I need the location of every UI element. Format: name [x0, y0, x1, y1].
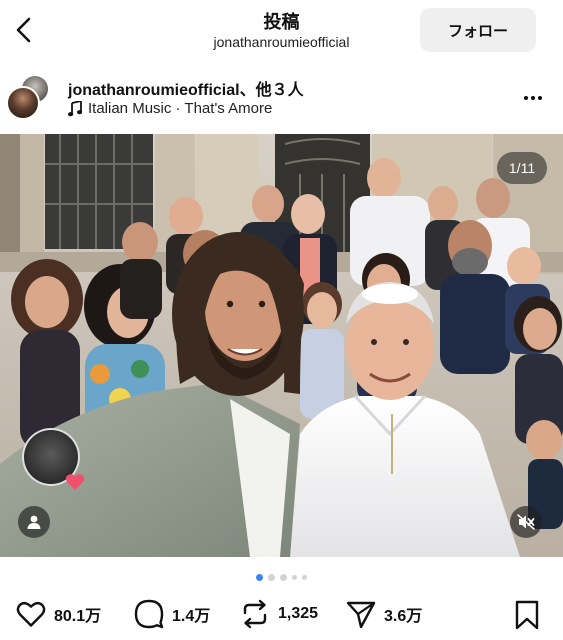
carousel-dot-active	[256, 573, 263, 581]
save-button[interactable]	[514, 600, 542, 630]
action-bar: 80.1万 1.4万 1,325 3.6万	[0, 592, 563, 636]
mute-button[interactable]	[510, 506, 542, 538]
repost-button[interactable]: 1,325	[240, 598, 318, 630]
music-note-icon	[68, 100, 82, 116]
tagged-people-button[interactable]	[18, 506, 50, 538]
carousel-dot	[292, 574, 297, 580]
repost-icon	[243, 599, 267, 629]
share-button[interactable]: 3.6万	[346, 598, 422, 630]
post-header: jonathanroumieofficial、他３人 Italian Music…	[0, 70, 563, 130]
share-count: 3.6万	[384, 608, 423, 625]
post-username[interactable]: jonathanroumieofficial、他３人	[68, 76, 304, 100]
more-horizontal-icon	[524, 96, 528, 100]
comment-count: 1.4万	[172, 608, 211, 625]
group-selfie-photo	[0, 134, 563, 557]
music-label: Italian Music · That's Amore	[88, 100, 273, 117]
like-count: 80.1万	[54, 608, 102, 625]
follow-button[interactable]: フォロー	[420, 8, 536, 52]
repost-count: 1,325	[278, 605, 319, 622]
more-options-button[interactable]	[518, 88, 548, 108]
paper-plane-icon	[346, 601, 376, 629]
heart-badge-icon	[64, 471, 86, 493]
carousel-indicator	[0, 573, 563, 581]
post-music[interactable]: Italian Music · That's Amore	[68, 100, 272, 117]
avatar-stack[interactable]	[6, 74, 52, 120]
more-dot	[538, 96, 542, 100]
carousel-dot	[302, 574, 307, 580]
carousel-dot	[268, 573, 275, 581]
heart-icon	[16, 601, 46, 627]
speaker-muted-icon	[517, 514, 535, 530]
image-counter: 1/11	[497, 152, 547, 184]
like-button[interactable]: 80.1万	[16, 598, 101, 630]
avatar	[6, 86, 40, 120]
person-icon	[27, 515, 41, 529]
post-photo[interactable]: 1/11	[0, 134, 563, 557]
more-dot	[531, 96, 535, 100]
comment-bubble-icon	[134, 599, 164, 629]
top-bar: 投稿 jonathanroumieofficial フォロー	[0, 0, 563, 62]
bookmark-icon	[515, 600, 539, 630]
carousel-dot	[280, 573, 287, 581]
comment-button[interactable]: 1.4万	[134, 598, 210, 630]
